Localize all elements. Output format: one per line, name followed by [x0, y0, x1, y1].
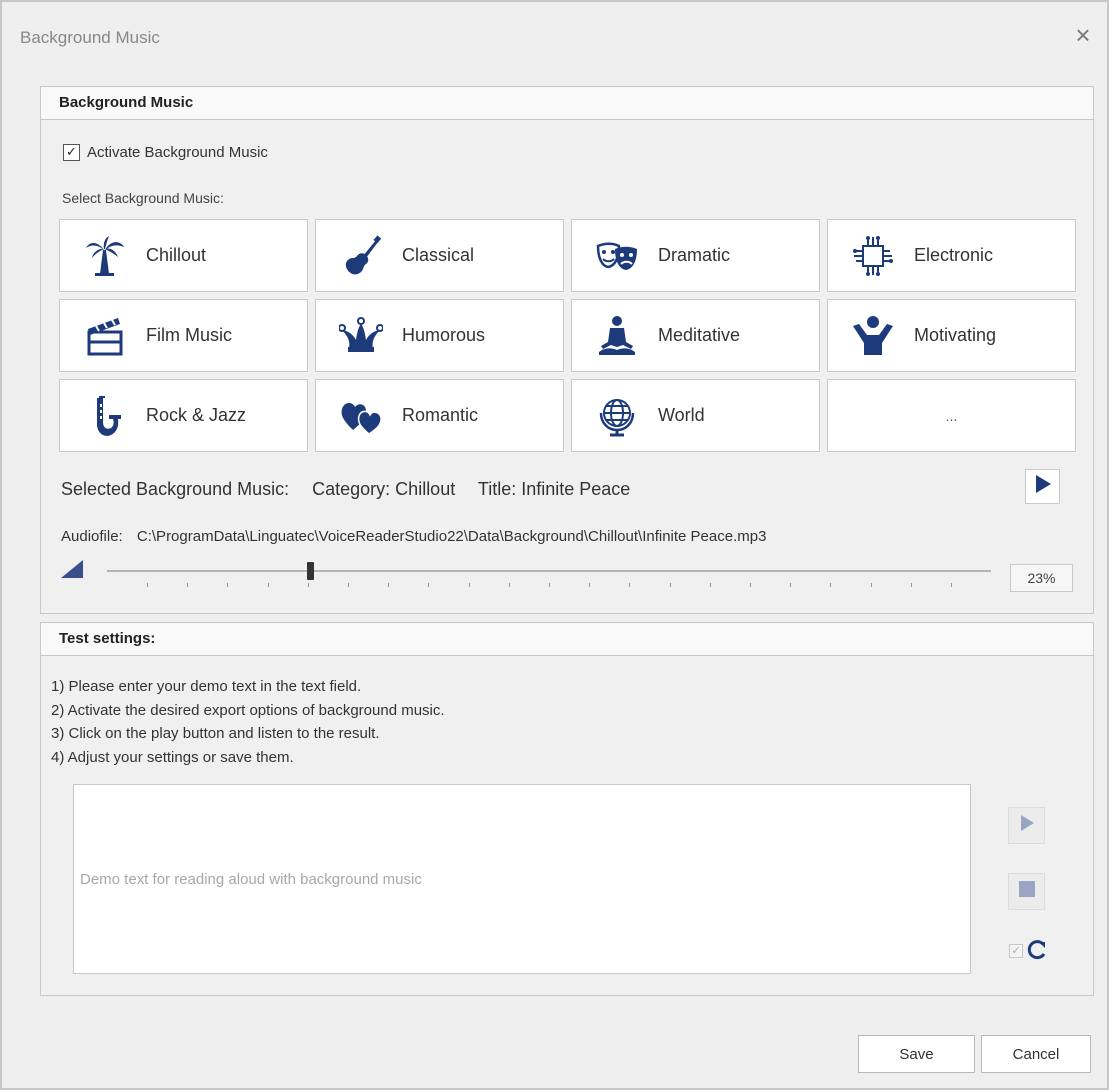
background-music-group: Background Music ✓ Activate Background M…	[40, 86, 1094, 614]
tile-label: Chillout	[146, 245, 207, 265]
palm-tree-icon	[82, 233, 128, 279]
slider-tick	[428, 583, 429, 587]
select-music-label: Select Background Music:	[62, 190, 224, 206]
tile-label: Rock & Jazz	[146, 405, 247, 425]
test-play-button[interactable]	[1008, 807, 1045, 844]
slider-track	[107, 570, 991, 572]
window-title: Background Music	[20, 28, 160, 47]
tile-dramatic[interactable]: Dramatic	[571, 219, 820, 292]
tile-label: Motivating	[914, 325, 997, 345]
slider-tick	[268, 583, 269, 587]
selected-title: Title: Infinite Peace	[477, 479, 631, 499]
repeat-checkbox[interactable]: ✓	[1009, 944, 1023, 958]
slider-tick	[629, 583, 630, 587]
audiofile-label: Audiofile:	[61, 528, 123, 545]
tile-label: Classical	[402, 245, 475, 265]
slider-tick	[589, 583, 590, 587]
slider-tick	[710, 583, 711, 587]
slider-tick	[227, 583, 228, 587]
saxophone-icon	[82, 393, 128, 439]
background-music-dialog: Background Music × Background Music ✓ Ac…	[0, 0, 1109, 1090]
theater-masks-icon	[594, 233, 640, 279]
slider-tick	[790, 583, 791, 587]
tile-label: Meditative	[658, 325, 741, 345]
tile-label: Dramatic	[658, 245, 731, 265]
group-header: Test settings:	[41, 623, 1093, 656]
slider-tick	[187, 583, 188, 587]
selected-music-info: Selected Background Music: Category: Chi…	[61, 479, 648, 500]
volume-slider[interactable]	[107, 562, 991, 589]
slider-tick	[509, 583, 510, 587]
slider-tick	[348, 583, 349, 587]
tile-more[interactable]: ...	[827, 379, 1076, 452]
activate-checkbox[interactable]: ✓	[63, 144, 80, 161]
tile-label: Romantic	[402, 405, 479, 425]
hearts-icon	[338, 393, 384, 439]
selected-category: Category: Chillout	[312, 479, 456, 499]
audiofile-row: Audiofile: C:\ProgramData\Linguatec\Voic…	[61, 528, 766, 545]
tile-world[interactable]: World	[571, 379, 820, 452]
activate-checkbox-row[interactable]: ✓ Activate Background Music	[63, 144, 268, 161]
play-preview-button[interactable]	[1025, 469, 1060, 504]
slider-tick	[830, 583, 831, 587]
tile-label: ...	[945, 407, 958, 424]
tile-romantic[interactable]: Romantic	[315, 379, 564, 452]
test-stop-button[interactable]	[1008, 873, 1045, 910]
slider-tick	[670, 583, 671, 587]
volume-percent: 23%	[1010, 564, 1073, 592]
slider-tick	[951, 583, 952, 587]
test-settings-group: Test settings: 1) Please enter your demo…	[40, 622, 1094, 996]
stop-icon	[1018, 880, 1036, 903]
tile-label: Humorous	[402, 325, 486, 345]
instruction-step: 2) Activate the desired export options o…	[51, 701, 445, 719]
globe-icon	[594, 393, 640, 439]
slider-thumb[interactable]	[307, 562, 314, 580]
slider-tick	[549, 583, 550, 587]
volume-icon	[61, 560, 83, 583]
demo-text-placeholder: Demo text for reading aloud with backgro…	[80, 870, 422, 888]
violin-icon	[338, 233, 384, 279]
tile-label: Electronic	[914, 245, 994, 265]
music-category-grid: Chillout Classical Dramatic Electronic F…	[59, 219, 1076, 452]
slider-tick	[911, 583, 912, 587]
selected-music-label: Selected Background Music:	[61, 479, 290, 499]
cheering-person-icon	[850, 313, 896, 359]
slider-tick	[469, 583, 470, 587]
slider-tick	[750, 583, 751, 587]
tile-classical[interactable]: Classical	[315, 219, 564, 292]
instruction-step: 3) Click on the play button and listen t…	[51, 725, 380, 742]
circuit-chip-icon	[850, 233, 896, 279]
group-header: Background Music	[41, 87, 1093, 120]
slider-tick	[388, 583, 389, 587]
meditation-icon	[594, 313, 640, 359]
save-button[interactable]: Save	[858, 1035, 975, 1073]
slider-tick	[871, 583, 872, 587]
play-icon	[1018, 814, 1036, 837]
tile-label: Film Music	[146, 325, 232, 345]
slider-tick	[147, 583, 148, 587]
tile-electronic[interactable]: Electronic	[827, 219, 1076, 292]
refresh-icon[interactable]	[1026, 939, 1048, 966]
tile-film-music[interactable]: Film Music	[59, 299, 308, 372]
tile-chillout[interactable]: Chillout	[59, 219, 308, 292]
audiofile-path: C:\ProgramData\Linguatec\VoiceReaderStud…	[136, 528, 767, 545]
tile-humorous[interactable]: Humorous	[315, 299, 564, 372]
jester-hat-icon	[338, 313, 384, 359]
tile-meditative[interactable]: Meditative	[571, 299, 820, 372]
play-icon	[1033, 474, 1053, 499]
clapperboard-icon	[82, 313, 128, 359]
activate-checkbox-label[interactable]: Activate Background Music	[87, 144, 268, 161]
demo-text-field[interactable]: Demo text for reading aloud with backgro…	[73, 784, 971, 974]
close-icon[interactable]: ×	[1072, 22, 1094, 48]
slider-tick	[308, 583, 309, 587]
instructions: 1) Please enter your demo text in the te…	[51, 675, 445, 769]
tile-label: World	[658, 405, 705, 425]
tile-rock-jazz[interactable]: Rock & Jazz	[59, 379, 308, 452]
instruction-step: 1) Please enter your demo text in the te…	[51, 678, 362, 695]
instruction-step: 4) Adjust your settings or save them.	[51, 748, 294, 766]
cancel-button[interactable]: Cancel	[981, 1035, 1091, 1073]
tile-motivating[interactable]: Motivating	[827, 299, 1076, 372]
